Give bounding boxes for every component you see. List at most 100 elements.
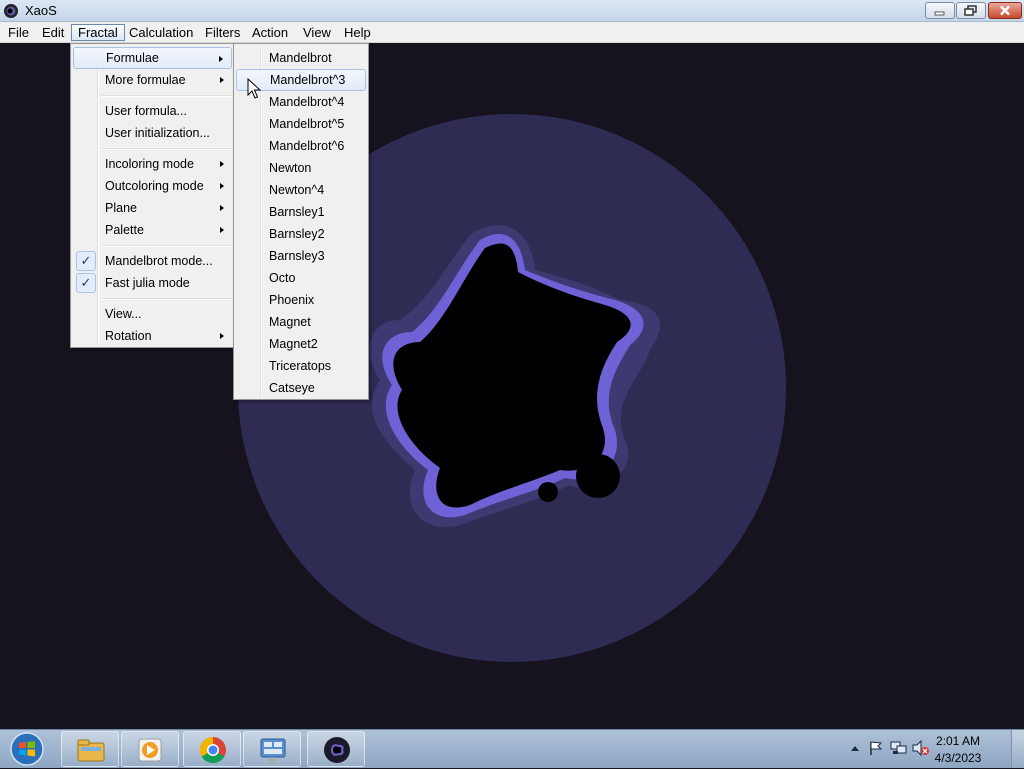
menu-item-label: Plane — [105, 201, 137, 215]
restore-button[interactable] — [956, 2, 986, 19]
taskbar-xaos-button[interactable] — [307, 731, 365, 767]
taskbar-control-panel-button[interactable] — [243, 731, 301, 767]
menu-file[interactable]: File — [2, 24, 35, 41]
menu-item-label: Magnet — [269, 315, 311, 329]
windows-explorer-icon — [77, 739, 105, 762]
formula-newton[interactable]: Newton — [236, 157, 366, 179]
formula-phoenix[interactable]: Phoenix — [236, 289, 366, 311]
menu-item-user-initialization[interactable]: User initialization... — [73, 122, 232, 144]
taskbar-explorer-button[interactable] — [61, 731, 119, 767]
mouse-cursor-icon — [247, 78, 261, 99]
menu-item-palette[interactable]: Palette — [73, 219, 232, 241]
menu-item-outcoloring-mode[interactable]: Outcoloring mode — [73, 175, 232, 197]
menu-item-formulae[interactable]: Formulae — [73, 47, 232, 69]
menu-item-label: Mandelbrot — [269, 51, 332, 65]
checkmark-icon: ✓ — [76, 251, 96, 271]
menu-item-incoloring-mode[interactable]: Incoloring mode — [73, 153, 232, 175]
submenu-arrow-icon — [220, 77, 224, 83]
submenu-arrow-icon — [220, 161, 224, 167]
system-tray: 2:01 AM 4/3/2023 — [834, 730, 1024, 768]
menu-item-label: Newton^4 — [269, 183, 325, 197]
formula-magnet[interactable]: Magnet — [236, 311, 366, 333]
menu-calculation[interactable]: Calculation — [123, 24, 199, 41]
submenu-arrow-icon — [219, 56, 223, 62]
menu-item-more-formulae[interactable]: More formulae — [73, 69, 232, 91]
menu-item-rotation[interactable]: Rotation — [73, 325, 232, 347]
formula-mandelbrot-5[interactable]: Mandelbrot^5 — [236, 113, 366, 135]
menu-item-label: Rotation — [105, 329, 152, 343]
menu-action[interactable]: Action — [246, 24, 294, 41]
title-bar: XaoS — [0, 0, 1024, 22]
menu-item-label: Phoenix — [269, 293, 315, 307]
menu-item-label: Barnsley1 — [269, 205, 325, 219]
start-button[interactable] — [6, 732, 48, 766]
formula-magnet2[interactable]: Magnet2 — [236, 333, 366, 355]
control-panel-icon — [260, 738, 286, 763]
menu-item-label: Mandelbrot^5 — [269, 117, 345, 131]
menu-item-label: Palette — [105, 223, 144, 237]
menu-fractal[interactable]: Fractal — [71, 24, 125, 41]
window-title: XaoS — [25, 3, 57, 18]
menu-item-label: Mandelbrot^6 — [269, 139, 345, 153]
action-center-flag-icon[interactable] — [868, 740, 884, 756]
menu-item-plane[interactable]: Plane — [73, 197, 232, 219]
menu-item-label: Mandelbrot^4 — [269, 95, 345, 109]
close-button[interactable] — [988, 2, 1022, 19]
network-icon[interactable] — [890, 740, 908, 756]
submenu-arrow-icon — [220, 227, 224, 233]
menu-filters[interactable]: Filters — [199, 24, 246, 41]
menu-separator — [101, 148, 232, 150]
menu-item-label: Barnsley2 — [269, 227, 325, 241]
menu-item-label: More formulae — [105, 73, 186, 87]
formula-octo[interactable]: Octo — [236, 267, 366, 289]
formula-barnsley2[interactable]: Barnsley2 — [236, 223, 366, 245]
xaos-app-icon — [324, 737, 350, 763]
close-icon — [989, 3, 1021, 18]
windows-start-icon — [10, 732, 44, 766]
menu-item-user-formula[interactable]: User formula... — [73, 100, 232, 122]
clock-time[interactable]: 2:01 AM — [928, 734, 988, 748]
clock-date[interactable]: 4/3/2023 — [928, 751, 988, 765]
minimize-icon — [926, 3, 954, 18]
menu-item-label: Formulae — [106, 51, 159, 65]
menu-view[interactable]: View — [297, 24, 337, 41]
chrome-icon — [199, 736, 226, 764]
show-desktop-button[interactable] — [1011, 730, 1024, 768]
menu-item-mandelbrot-mode[interactable]: ✓ Mandelbrot mode... — [73, 250, 232, 272]
formula-newton-4[interactable]: Newton^4 — [236, 179, 366, 201]
restore-icon — [957, 3, 985, 18]
menu-edit[interactable]: Edit — [36, 24, 70, 41]
menu-item-label: Outcoloring mode — [105, 179, 204, 193]
menu-item-label: Fast julia mode — [105, 276, 190, 290]
media-player-icon — [138, 738, 162, 762]
menu-item-fast-julia-mode[interactable]: ✓ Fast julia mode — [73, 272, 232, 294]
checkmark-icon: ✓ — [76, 273, 96, 293]
submenu-arrow-icon — [220, 333, 224, 339]
menu-separator — [101, 245, 232, 247]
menu-item-label: User initialization... — [105, 126, 210, 140]
formula-barnsley3[interactable]: Barnsley3 — [236, 245, 366, 267]
menu-separator — [101, 298, 232, 300]
formula-barnsley1[interactable]: Barnsley1 — [236, 201, 366, 223]
submenu-arrow-icon — [220, 205, 224, 211]
menu-item-label: Mandelbrot mode... — [105, 254, 213, 268]
taskbar-media-player-button[interactable] — [121, 731, 179, 767]
formula-triceratops[interactable]: Triceratops — [236, 355, 366, 377]
menu-item-label: Barnsley3 — [269, 249, 325, 263]
formula-mandelbrot[interactable]: Mandelbrot — [236, 47, 366, 69]
menu-bar: File Edit Fractal Calculation Filters Ac… — [0, 22, 1024, 43]
taskbar: 2:01 AM 4/3/2023 — [0, 729, 1024, 768]
show-hidden-icons-icon[interactable] — [850, 744, 860, 752]
formula-catseye[interactable]: Catseye — [236, 377, 366, 399]
menu-item-label: View... — [105, 307, 142, 321]
menu-item-label: Triceratops — [269, 359, 332, 373]
menu-item-label: Mandelbrot^3 — [270, 73, 346, 87]
menu-help[interactable]: Help — [338, 24, 377, 41]
menu-separator — [101, 95, 232, 97]
minimize-button[interactable] — [925, 2, 955, 19]
taskbar-chrome-button[interactable] — [183, 731, 241, 767]
xaos-app-icon — [4, 4, 18, 18]
formula-mandelbrot-6[interactable]: Mandelbrot^6 — [236, 135, 366, 157]
menu-item-view[interactable]: View... — [73, 303, 232, 325]
menu-item-label: Newton — [269, 161, 312, 175]
